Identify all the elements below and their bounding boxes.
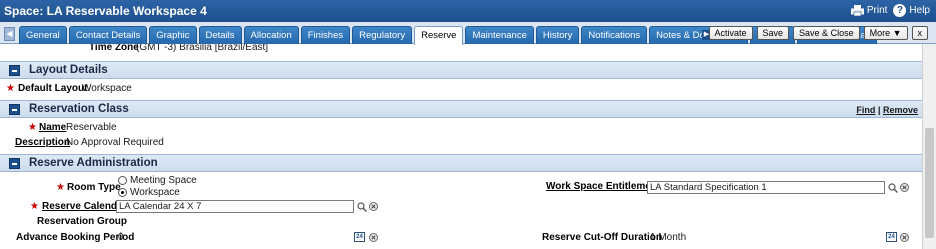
tab-regulatory[interactable]: Regulatory bbox=[352, 26, 413, 44]
scrollbar-thumb[interactable] bbox=[925, 128, 934, 238]
collapse-icon[interactable] bbox=[9, 104, 20, 115]
layout-details-section-header: Layout Details bbox=[0, 61, 922, 79]
print-icon bbox=[850, 5, 864, 16]
tab-general[interactable]: General bbox=[19, 26, 67, 44]
calendar-icon[interactable]: 24 bbox=[886, 232, 897, 242]
tab-strip: ◀ General Contact Details Graphic Details Al… bbox=[0, 22, 936, 45]
tab-reserve[interactable]: Reserve bbox=[414, 26, 464, 45]
clear-icon[interactable] bbox=[369, 233, 378, 242]
description-value: No Approval Required bbox=[66, 137, 164, 148]
timezone-value: (GMT -3) Brasilia [Brazil/East] bbox=[136, 44, 269, 53]
clear-icon[interactable] bbox=[369, 202, 378, 211]
section-title: Reservation Class bbox=[29, 103, 129, 115]
help-link[interactable]: ? Help bbox=[893, 4, 930, 17]
print-label: Print bbox=[866, 5, 888, 16]
close-button[interactable]: x bbox=[911, 26, 928, 40]
tab-details[interactable]: Details bbox=[198, 26, 242, 44]
room-type-radio-meeting-space[interactable] bbox=[118, 176, 127, 185]
reserve-calendar-field[interactable]: LA Calendar 24 X 7 bbox=[116, 200, 354, 213]
timezone-label: Time Zone bbox=[89, 44, 139, 53]
required-icon: ★ bbox=[30, 201, 39, 212]
form-content: Time Zone (GMT -3) Brasilia [Brazil/East… bbox=[0, 44, 922, 249]
advance-booking-value: 0 bbox=[118, 232, 124, 243]
default-layout-value: Workspace bbox=[82, 83, 132, 94]
entitlement-field[interactable]: LA Standard Specification 1 bbox=[647, 181, 885, 194]
tab-finishes[interactable]: Finishes bbox=[300, 26, 351, 44]
window-title-bar: Space: LA Reservable Workspace 4 Print ?… bbox=[0, 0, 936, 22]
remove-link[interactable]: Remove bbox=[883, 105, 918, 115]
room-type-option: Meeting Space bbox=[130, 175, 197, 186]
search-icon[interactable] bbox=[357, 202, 367, 212]
activate-button[interactable]: Activate bbox=[708, 26, 753, 40]
required-icon: ★ bbox=[6, 83, 15, 94]
tab-maintenance[interactable]: Maintenance bbox=[465, 26, 534, 44]
help-icon: ? bbox=[893, 4, 907, 17]
section-title: Layout Details bbox=[29, 64, 108, 76]
vertical-scrollbar[interactable] bbox=[922, 44, 936, 249]
section-title: Reserve Administration bbox=[29, 157, 158, 169]
clear-icon[interactable] bbox=[900, 183, 909, 192]
tab-allocation[interactable]: Allocation bbox=[243, 26, 299, 44]
reserve-cutoff-value: 1 Month bbox=[650, 232, 687, 243]
window-title: Space: LA Reservable Workspace 4 bbox=[4, 4, 207, 18]
required-icon: ★ bbox=[56, 182, 65, 193]
search-icon[interactable] bbox=[888, 183, 898, 193]
reserve-cutoff-label: Reserve Cut-Off Duration bbox=[542, 232, 663, 243]
reservation-group-label: Reservation Group bbox=[37, 216, 128, 227]
reserve-administration-section-header: Reserve Administration bbox=[0, 154, 922, 172]
tab-notifications[interactable]: Notifications bbox=[581, 26, 648, 44]
name-label[interactable]: Name bbox=[39, 122, 66, 133]
required-icon: ★ bbox=[28, 122, 37, 133]
default-layout-label: Default Layout bbox=[18, 83, 88, 94]
link-separator: | bbox=[877, 105, 881, 115]
collapse-icon[interactable] bbox=[9, 158, 20, 169]
reservation-class-section-header: Reservation Class Find | Remove bbox=[0, 100, 922, 118]
tab-scroll-left-icon[interactable]: ◀ bbox=[4, 27, 15, 41]
entitlement-label[interactable]: Work Space Entitlement bbox=[546, 181, 660, 192]
print-link[interactable]: Print bbox=[850, 5, 888, 16]
save-button[interactable]: Save bbox=[756, 26, 790, 40]
name-value: Reservable bbox=[66, 122, 117, 133]
room-type-radio-workspace[interactable] bbox=[118, 188, 127, 197]
record-toolbar: Activate Save Save & Close More ▼ x bbox=[708, 26, 928, 40]
tab-contact-details[interactable]: Contact Details bbox=[68, 26, 148, 44]
clear-icon[interactable] bbox=[900, 233, 909, 242]
advance-booking-label: Advance Booking Period bbox=[16, 232, 135, 243]
tab-history[interactable]: History bbox=[535, 26, 580, 44]
room-type-label: Room Type bbox=[67, 182, 121, 193]
calendar-icon[interactable]: 24 bbox=[354, 232, 365, 242]
find-link[interactable]: Find bbox=[856, 105, 875, 115]
room-type-option: Workspace bbox=[130, 187, 180, 198]
tab-graphic[interactable]: Graphic bbox=[149, 26, 197, 44]
collapse-icon[interactable] bbox=[9, 65, 20, 76]
more-button[interactable]: More ▼ bbox=[863, 26, 908, 40]
save-close-button[interactable]: Save & Close bbox=[793, 26, 860, 40]
description-label: Description bbox=[15, 137, 71, 148]
help-label: Help bbox=[909, 5, 930, 16]
reserve-calendar-label[interactable]: Reserve Calendar bbox=[42, 201, 127, 212]
